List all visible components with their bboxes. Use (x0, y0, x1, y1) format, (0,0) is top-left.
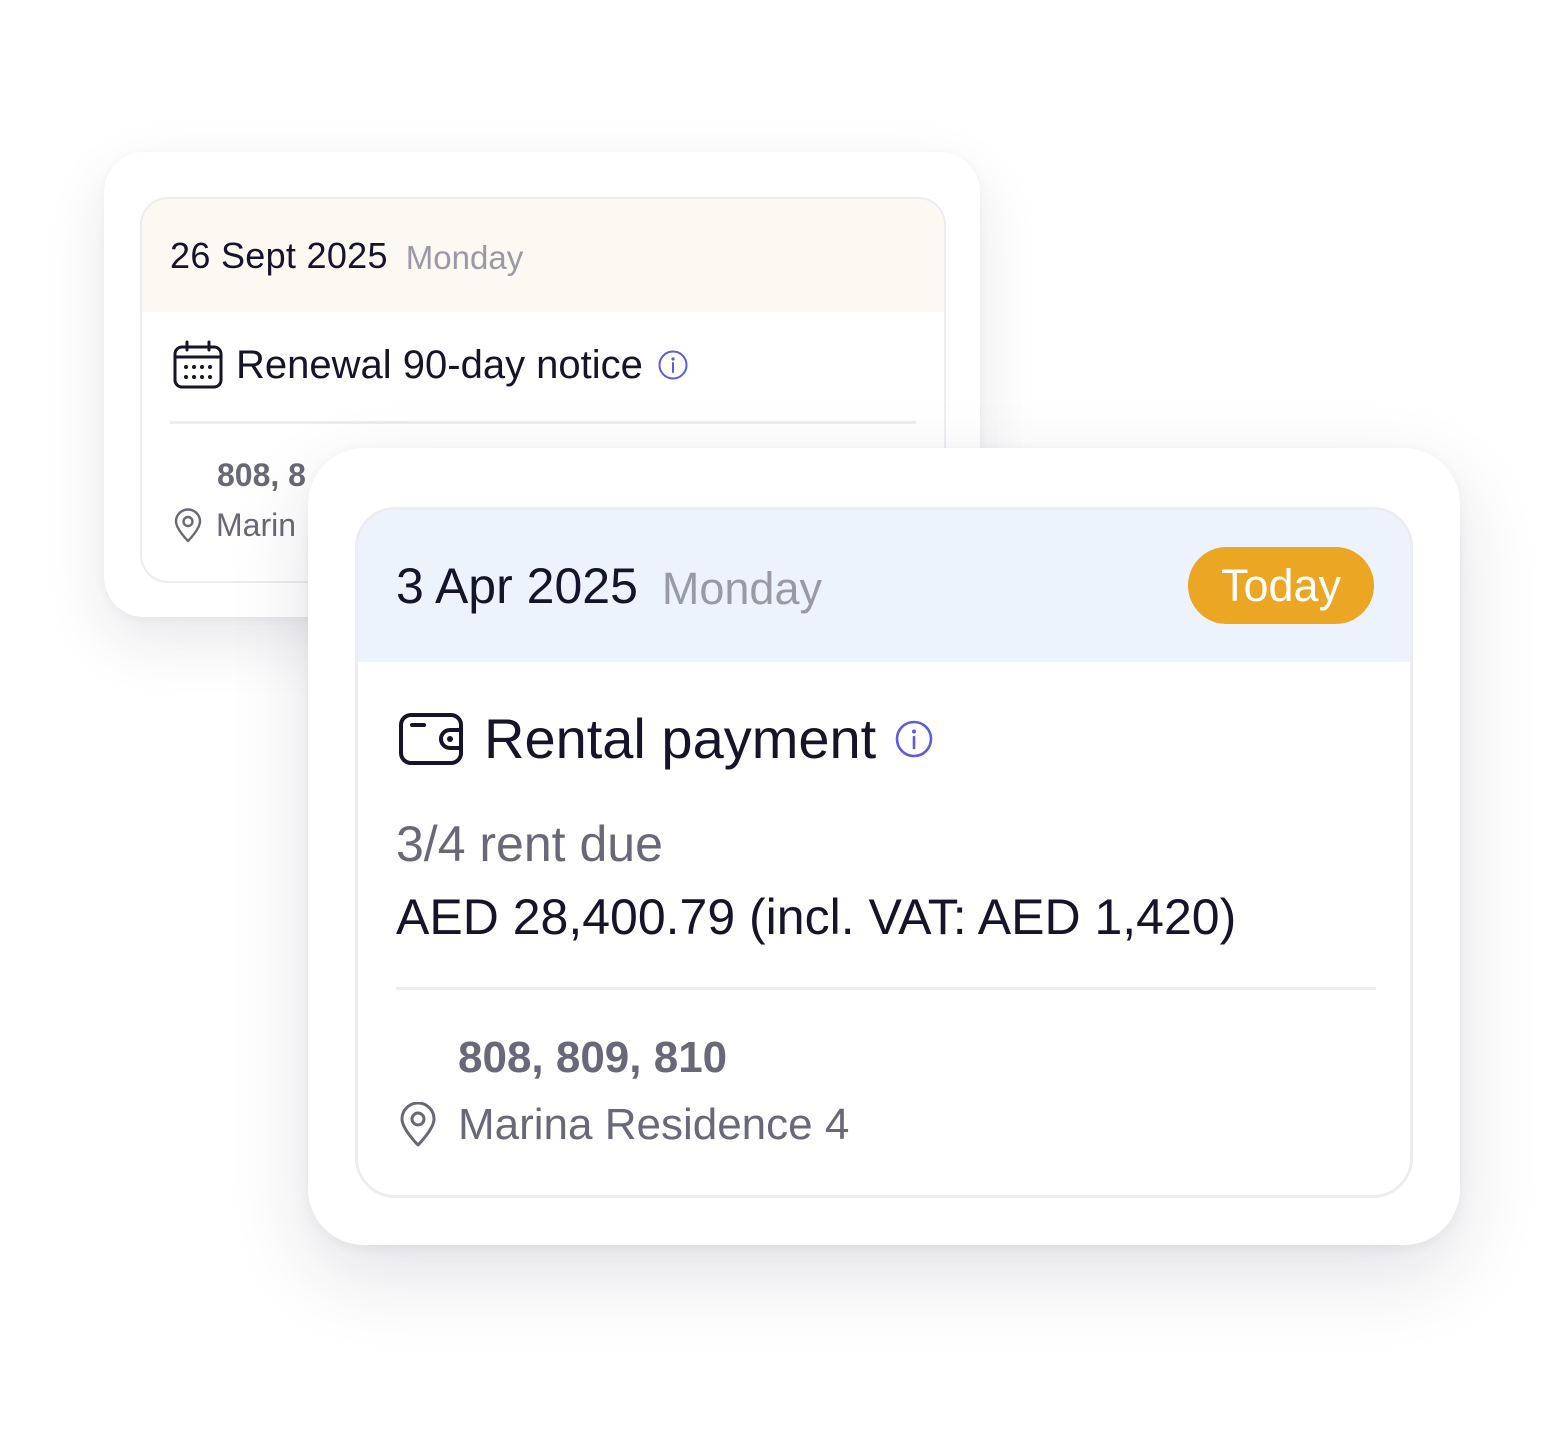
renewal-title-row: Renewal 90-day notice (172, 339, 689, 391)
wallet-icon (398, 712, 464, 766)
info-icon[interactable] (657, 349, 689, 381)
rental-title: Rental payment (484, 707, 877, 770)
rental-payment-card[interactable]: 3 Apr 2025 Monday Today Rental payment 3… (355, 507, 1413, 1198)
rental-date: 3 Apr 2025 (396, 558, 638, 614)
rental-title-row: Rental payment (398, 706, 934, 771)
renewal-location-row: Marin (172, 507, 296, 544)
today-badge: Today (1188, 547, 1374, 624)
location-pin-icon (398, 1102, 438, 1148)
calendar-icon (172, 339, 224, 391)
rental-weekday: Monday (661, 563, 822, 614)
rental-divider (396, 987, 1376, 990)
renewal-weekday: Monday (405, 238, 524, 276)
renewal-unit-numbers: 808, 8 (217, 457, 306, 493)
rental-unit-numbers: 808, 809, 810 (458, 1033, 728, 1082)
renewal-date: 26 Sept 2025 (170, 234, 388, 276)
rental-location-row: Marina Residence 4 (398, 1100, 849, 1150)
renewal-divider (170, 421, 916, 424)
renewal-location: Marin (216, 507, 297, 543)
rental-location: Marina Residence 4 (458, 1100, 850, 1149)
info-icon[interactable] (894, 719, 934, 759)
renewal-card-header: 26 Sept 2025 Monday (142, 199, 944, 312)
rent-due-label: 3/4 rent due (396, 816, 663, 872)
renewal-title: Renewal 90-day notice (236, 342, 643, 387)
rent-amount: AED 28,400.79 (incl. VAT: AED 1,420) (396, 889, 1237, 945)
location-pin-icon (172, 507, 204, 544)
stage: 26 Sept 2025 Monday Renewal 90-day notic… (0, 0, 1558, 1437)
rental-card-header: 3 Apr 2025 Monday Today (358, 510, 1410, 662)
